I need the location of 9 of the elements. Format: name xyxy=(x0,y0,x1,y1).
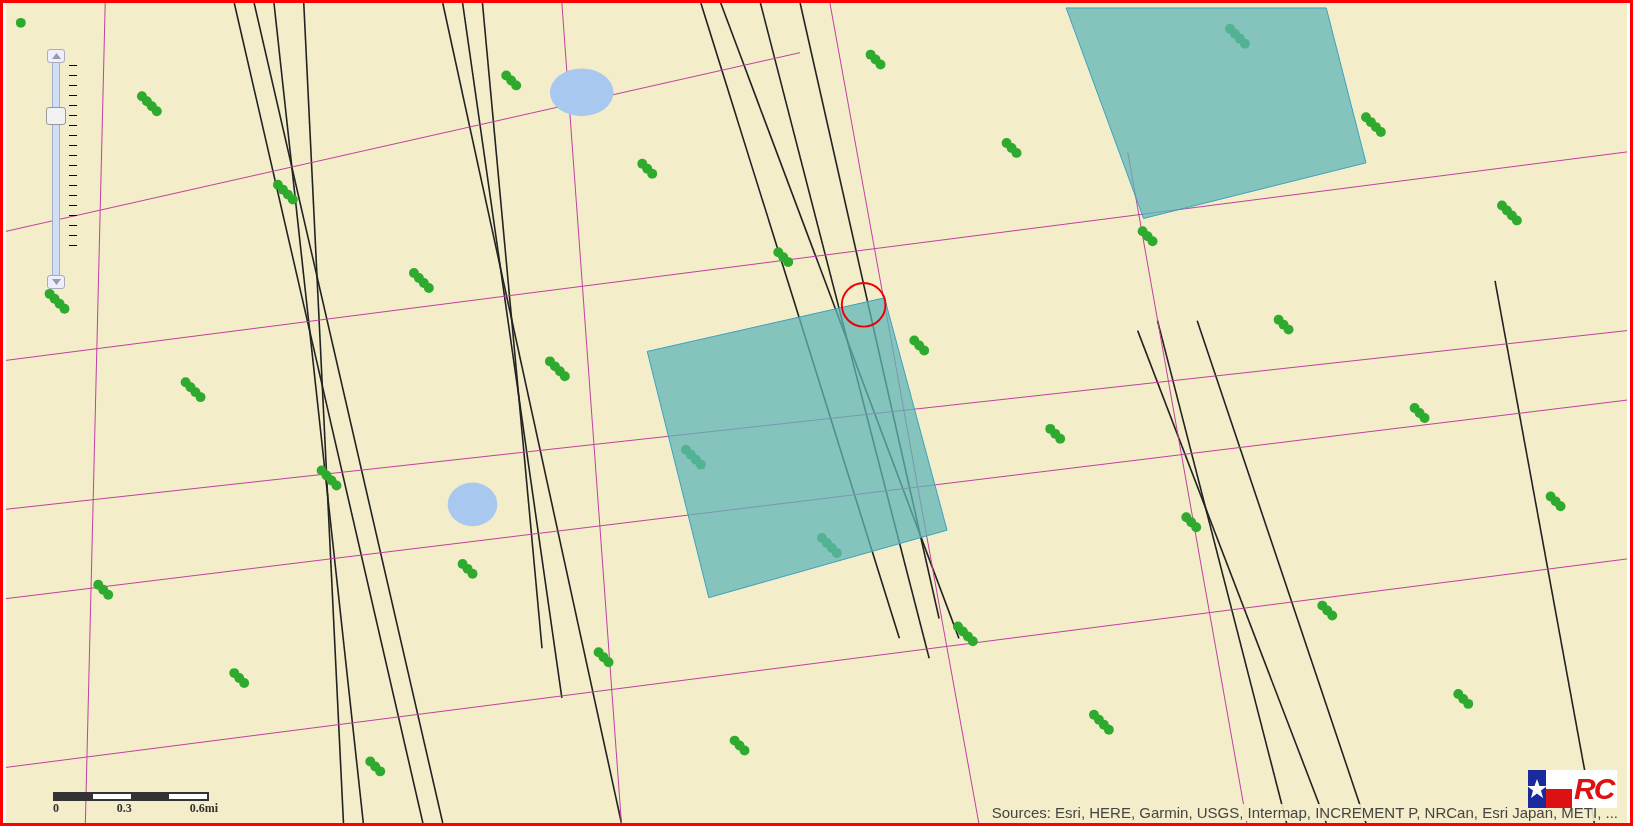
zoom-out-button[interactable] xyxy=(47,275,65,289)
logo-text: RC xyxy=(1572,770,1618,808)
down-arrow-icon xyxy=(51,279,61,285)
scale-label: 0.6mi xyxy=(189,801,218,816)
up-arrow-icon xyxy=(51,53,61,59)
scale-label: 0 xyxy=(53,801,59,816)
zoom-slider-thumb[interactable] xyxy=(46,107,66,125)
zoom-in-button[interactable] xyxy=(47,49,65,63)
scale-label: 0.3 xyxy=(116,801,132,816)
